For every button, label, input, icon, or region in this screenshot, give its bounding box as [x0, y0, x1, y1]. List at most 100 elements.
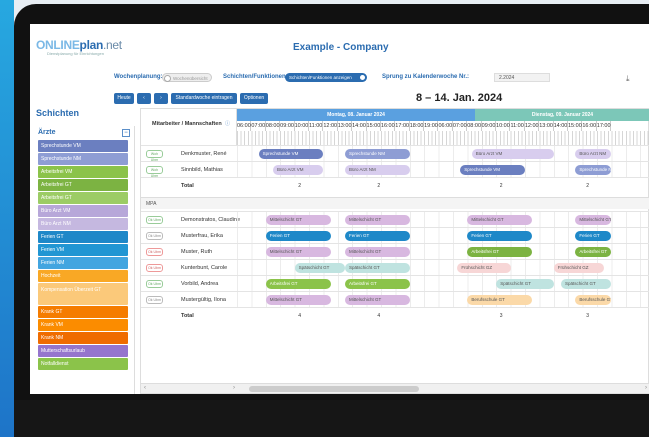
- shift-bar[interactable]: Ferien GT: [265, 231, 331, 241]
- hour-header: 06:0007:0008:0009:0010:0011:0012:0013:00…: [237, 121, 649, 131]
- shift-bar[interactable]: Berufsschule GT: [467, 295, 533, 305]
- next-week-button[interactable]: ›: [154, 93, 168, 104]
- employee-name[interactable]: Demonstratos, Claudine: [181, 212, 240, 228]
- shift-bar[interactable]: Sprechstunde NM: [345, 149, 410, 159]
- heute-button[interactable]: Heute: [114, 93, 134, 104]
- hour-label: 06:00: [237, 121, 252, 131]
- shift-bar[interactable]: Berufsschule GT: [575, 295, 612, 305]
- shift-bar[interactable]: Frühschicht GZ: [553, 263, 605, 273]
- employee-name[interactable]: Sinnbild, Mathias: [181, 162, 223, 178]
- app-logo[interactable]: ONLINEplan.net: [36, 38, 122, 52]
- shift-bar[interactable]: Mittelschicht GT: [345, 247, 410, 257]
- status-badge[interactable]: Ok Ubm: [146, 216, 163, 224]
- shift-bar[interactable]: Arbeitsfrei GT: [575, 247, 612, 257]
- shift-bar[interactable]: Ferien GT: [467, 231, 533, 241]
- employee-row[interactable]: Ok Ubm Demonstratos, Claudine Mittelschich…: [141, 211, 649, 228]
- shift-bar[interactable]: Mittelschicht GT: [345, 295, 410, 305]
- shift-bar[interactable]: Arbeitsfrei GT: [265, 279, 331, 289]
- horizontal-scrollbar[interactable]: ‹ › ›: [141, 383, 649, 393]
- employee-name[interactable]: Musterfrau, Erika: [181, 228, 223, 244]
- sidebar-item-shift[interactable]: Arbeitsfrei GT: [38, 192, 128, 204]
- shift-bar[interactable]: Mittelschicht GT: [345, 215, 410, 225]
- sidebar-item-shift[interactable]: Sprechstunde NM: [38, 153, 128, 165]
- collapse-icon[interactable]: −: [122, 129, 130, 137]
- wochenplanung-toggle[interactable]: Wochenübersicht: [162, 73, 212, 82]
- shift-bar[interactable]: Spätschicht GT: [561, 279, 612, 289]
- shift-bar[interactable]: Sprechstunde VM: [460, 165, 525, 175]
- hour-label: 09:00: [481, 121, 497, 131]
- status-badge[interactable]: Ok Ubm: [146, 248, 163, 256]
- shift-bar[interactable]: Mittelschicht GT: [265, 247, 331, 257]
- scroll-left-icon[interactable]: ›: [233, 385, 235, 391]
- shift-bar[interactable]: Frühschicht GZ: [457, 263, 511, 273]
- employee-name[interactable]: Denkmuster, René: [181, 146, 227, 162]
- scroll-left-icon[interactable]: ‹: [144, 385, 146, 391]
- sidebar-item-shift[interactable]: Ferien VM: [38, 244, 128, 256]
- status-badge[interactable]: Ok Ubm: [146, 264, 163, 272]
- status-badge[interactable]: Woh Ubm: [146, 150, 163, 162]
- shift-bar[interactable]: Spätschicht GT: [345, 263, 410, 273]
- hour-label: 11:00: [510, 121, 525, 131]
- shift-bar[interactable]: Sprechstunde VM: [258, 149, 324, 159]
- shift-bar[interactable]: Ferien GT: [575, 231, 612, 241]
- shift-bar[interactable]: Mittelschicht GT: [265, 295, 331, 305]
- kalenderwoche-input[interactable]: 2.2024: [494, 73, 550, 82]
- sidebar-item-shift[interactable]: Krank NM: [38, 332, 128, 344]
- sidebar-item-shift[interactable]: Notfalldienst: [38, 358, 128, 370]
- employee-row[interactable]: Woh Ubm Sinnbild, Mathias Büro Arzt VM Büro…: [141, 161, 649, 178]
- download-icon[interactable]: ⤓: [626, 74, 630, 84]
- hour-label: 06:00: [438, 121, 453, 131]
- employee-row[interactable]: Ok Ubm Vorbild, Andrea Arbeitsfrei GT Arbei…: [141, 275, 649, 292]
- shift-bar[interactable]: Büro Arzt NM: [575, 149, 612, 159]
- sidebar-item-shift[interactable]: Krank GT: [38, 306, 128, 318]
- sidebar-item-shift[interactable]: Sprechstunde VM: [38, 140, 128, 152]
- shift-bar[interactable]: Arbeitsfrei GT: [467, 247, 533, 257]
- sidebar-item-shift[interactable]: Ferien GT: [38, 231, 128, 243]
- group-header-mpa[interactable]: MPA: [141, 197, 649, 209]
- shift-bar[interactable]: Arbeitsfrei GT: [345, 279, 410, 289]
- sidebar-item-shift[interactable]: Kompensation Überzeit GT: [38, 283, 128, 305]
- status-badge[interactable]: Ok Ubm: [146, 280, 163, 288]
- hour-label: 08:00: [265, 121, 281, 131]
- hour-label: 13:00: [337, 121, 353, 131]
- total-count: 4: [298, 313, 301, 319]
- shift-bar[interactable]: Büro Arzt VM: [273, 165, 324, 175]
- status-badge[interactable]: Ok Ubm: [146, 232, 163, 240]
- scrollbar-thumb[interactable]: [249, 386, 419, 392]
- shift-bar[interactable]: Mittelschicht GT: [265, 215, 331, 225]
- schichten-toggle[interactable]: Schichten/Funktionen anzeigen: [285, 73, 367, 82]
- sidebar-group-aerzte[interactable]: Ärzte −: [36, 126, 134, 140]
- optionen-button[interactable]: Optionen: [240, 93, 268, 104]
- sidebar-item-shift[interactable]: Mutterschaftsurlaub: [38, 345, 128, 357]
- prev-week-button[interactable]: ‹: [137, 93, 151, 104]
- employee-row[interactable]: Ok Ubm Muster, Ruth Mittelschicht GT Mittel…: [141, 243, 649, 260]
- sidebar-item-shift[interactable]: Büro Arzt VM: [38, 205, 128, 217]
- status-badge[interactable]: Ok Ubm: [146, 296, 163, 304]
- shift-bar[interactable]: Büro Arzt NM: [345, 165, 410, 175]
- sidebar-item-shift[interactable]: Arbeitsfrei VM: [38, 166, 128, 178]
- employee-name[interactable]: Kunterbunt, Carole: [181, 260, 227, 276]
- sidebar-item-shift[interactable]: Ferien NM: [38, 257, 128, 269]
- status-badge[interactable]: Woh Ubm: [146, 166, 163, 178]
- employee-row[interactable]: Ok Ubm Kunterbunt, Carole Spätschicht GT Sp…: [141, 259, 649, 276]
- shift-bar[interactable]: Spätschicht GT: [496, 279, 554, 289]
- employee-row[interactable]: Ok Ubm Mustergültig, Ilona Mittelschicht G…: [141, 291, 649, 308]
- info-icon[interactable]: ⓘ: [225, 120, 230, 127]
- scroll-right-icon[interactable]: ›: [645, 385, 647, 391]
- standardwoche-button[interactable]: Standardwoche eintragen: [171, 93, 237, 104]
- employee-row[interactable]: Woh Ubm Denkmuster, René Sprechstunde VM Sp…: [141, 145, 649, 162]
- sidebar-item-shift[interactable]: Hochzeit: [38, 270, 128, 282]
- sidebar-item-shift[interactable]: Büro Arzt NM: [38, 218, 128, 230]
- shift-bar[interactable]: Mittelschicht GT: [575, 215, 612, 225]
- shift-bar[interactable]: Mittelschicht GT: [467, 215, 533, 225]
- shift-bar[interactable]: Sprechstunde NM: [575, 165, 612, 175]
- employee-name[interactable]: Muster, Ruth: [181, 244, 212, 260]
- shift-bar[interactable]: Ferien GT: [345, 231, 410, 241]
- sidebar-item-shift[interactable]: Krank VM: [38, 319, 128, 331]
- employee-name[interactable]: Mustergültig, Ilona: [181, 292, 226, 308]
- employee-row[interactable]: Ok Ubm Musterfrau, Erika Ferien GT Ferien G…: [141, 227, 649, 244]
- shift-bar[interactable]: Büro Arzt VM: [471, 149, 554, 159]
- shift-bar[interactable]: Spätschicht GT: [294, 263, 345, 273]
- employee-name[interactable]: Vorbild, Andrea: [181, 276, 218, 292]
- sidebar-item-shift[interactable]: Arbeitsfrei GT: [38, 179, 128, 191]
